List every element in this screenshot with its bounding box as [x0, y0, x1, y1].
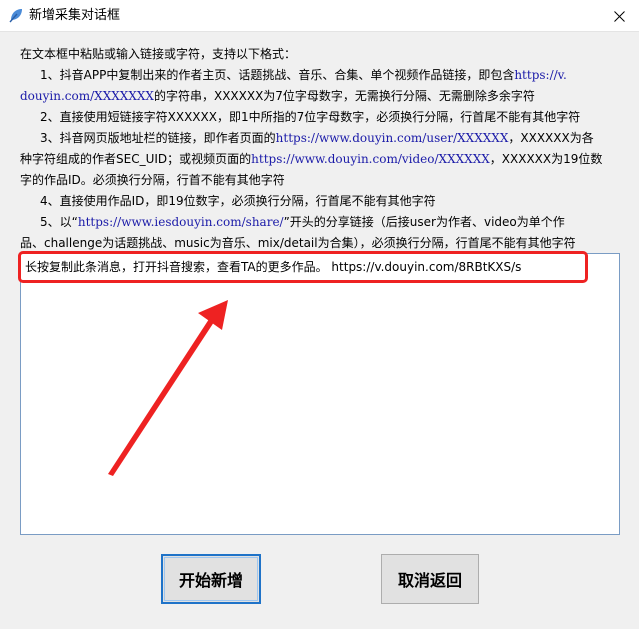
instruction-item-5-line-1: 5、以“https://www.iesdouyin.com/share/”开头的… [40, 215, 565, 229]
close-button[interactable] [599, 0, 639, 32]
instruction-item-3-line-3: 字的作品ID。必须换行分隔，行首不能有其他字符 [20, 173, 285, 187]
instructions-text: 在文本框中粘贴或输入链接或字符，支持以下格式： 1、抖音APP中复制出来的作者主… [20, 44, 624, 254]
instruction-item-1-line-1: 1、抖音APP中复制出来的作者主页、话题挑战、音乐、合集、单个视频作品链接，即包… [40, 68, 567, 82]
instruction-item-3-line-2: 种字符组成的作者SEC_UID；或视频页面的https://www.douyin… [20, 152, 603, 166]
instruction-item-1-line-2: douyin.com/XXXXXXX的字符串，XXXXXX为7位字母数字，无需换… [20, 89, 535, 103]
leaf-icon [9, 9, 22, 23]
window-title: 新增采集对话框 [29, 8, 121, 23]
instruction-item-5-line-2: 品、challenge为话题挑战、music为音乐、mix/detail为合集）… [20, 236, 576, 250]
close-icon [613, 10, 625, 22]
instruction-item-3-line-1: 3、抖音网页版地址栏的链接，即作者页面的https://www.douyin.c… [40, 131, 594, 145]
start-add-button[interactable]: 开始新增 [161, 554, 261, 604]
instruction-item-4: 4、直接使用作品ID，即19位数字，必须换行分隔，行首尾不能有其他字符 [40, 194, 436, 208]
instructions-intro: 在文本框中粘贴或输入链接或字符，支持以下格式： [20, 47, 297, 61]
link-textarea[interactable]: 长按复制此条消息，打开抖音搜索，查看TA的更多作品。 https://v.dou… [25, 258, 615, 530]
link-input-area[interactable]: 长按复制此条消息，打开抖音搜索，查看TA的更多作品。 https://v.dou… [20, 253, 620, 535]
instruction-item-2: 2、直接使用短链接字符XXXXXX，即1中所指的7位字母数字，必须换行分隔，行首… [40, 110, 581, 124]
title-bar: 新增采集对话框 [0, 0, 639, 32]
cancel-return-button[interactable]: 取消返回 [381, 554, 479, 604]
